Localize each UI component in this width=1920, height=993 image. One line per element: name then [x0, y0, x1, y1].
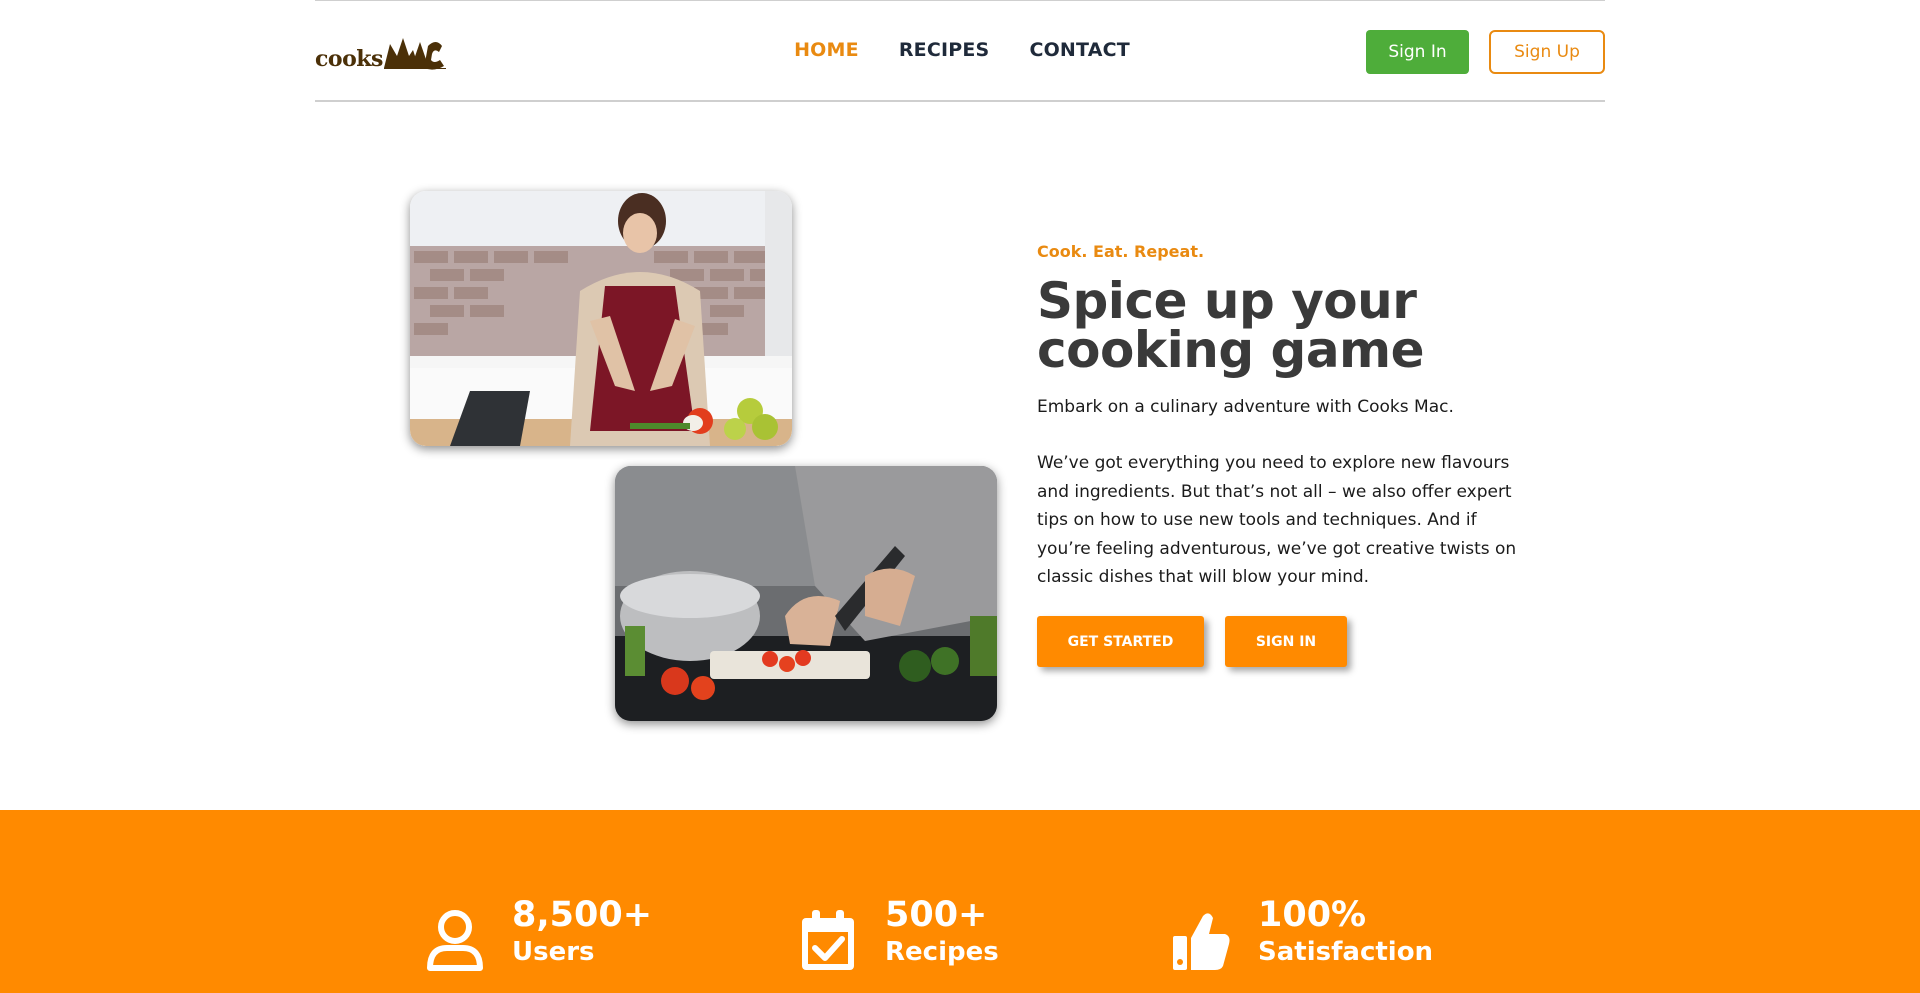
hero-headline: Spice up your cooking game [1037, 276, 1517, 375]
brand-logo[interactable]: cooks [315, 34, 446, 70]
stat-satisfaction-value: 100% [1258, 895, 1367, 935]
stat-satisfaction: 100% Satisfaction [1171, 895, 1433, 973]
headline-line-2: cooking game [1037, 321, 1425, 379]
nav-home[interactable]: HOME [794, 39, 859, 61]
stats-bar: 8,500+ Users 500+ Recipes 100% Satisfact… [0, 810, 1920, 993]
stat-recipes-label: Recipes [885, 937, 999, 967]
hero-lead: Embark on a culinary adventure with Cook… [1037, 397, 1454, 417]
stat-users-value: 8,500+ [512, 895, 653, 935]
hero-body: We’ve got everything you need to explore… [1037, 453, 1517, 588]
thumbs-up-icon [1173, 913, 1230, 970]
stat-recipes: 500+ Recipes [798, 895, 999, 973]
woman-cooking-photo [410, 191, 792, 446]
nav-contact[interactable]: CONTACT [1029, 39, 1130, 61]
sign-in-button[interactable]: Sign In [1366, 30, 1469, 74]
user-icon [427, 910, 483, 971]
chopping-tomatoes-photo [615, 466, 997, 721]
nav-recipes[interactable]: RECIPES [899, 39, 990, 61]
calendar-check-icon [802, 910, 854, 970]
get-started-button[interactable]: GET STARTED [1037, 616, 1204, 667]
logo-text: cooks [315, 46, 383, 72]
hero-tagline: Cook. Eat. Repeat. [1037, 242, 1205, 261]
hero-content: Cook. Eat. Repeat. Spice up your cooking… [1037, 242, 1517, 592]
hero-sign-in-button[interactable]: SIGN IN [1225, 616, 1347, 667]
stat-users: 8,500+ Users [425, 895, 652, 973]
stat-users-label: Users [512, 937, 595, 967]
stat-satisfaction-label: Satisfaction [1258, 937, 1434, 967]
site-header: cooks HOME RECIPES CONTACT Sign In Sign … [315, 0, 1605, 102]
sign-up-button[interactable]: Sign Up [1489, 30, 1605, 74]
stat-recipes-value: 500+ [885, 895, 988, 935]
logo-mark [383, 38, 446, 70]
